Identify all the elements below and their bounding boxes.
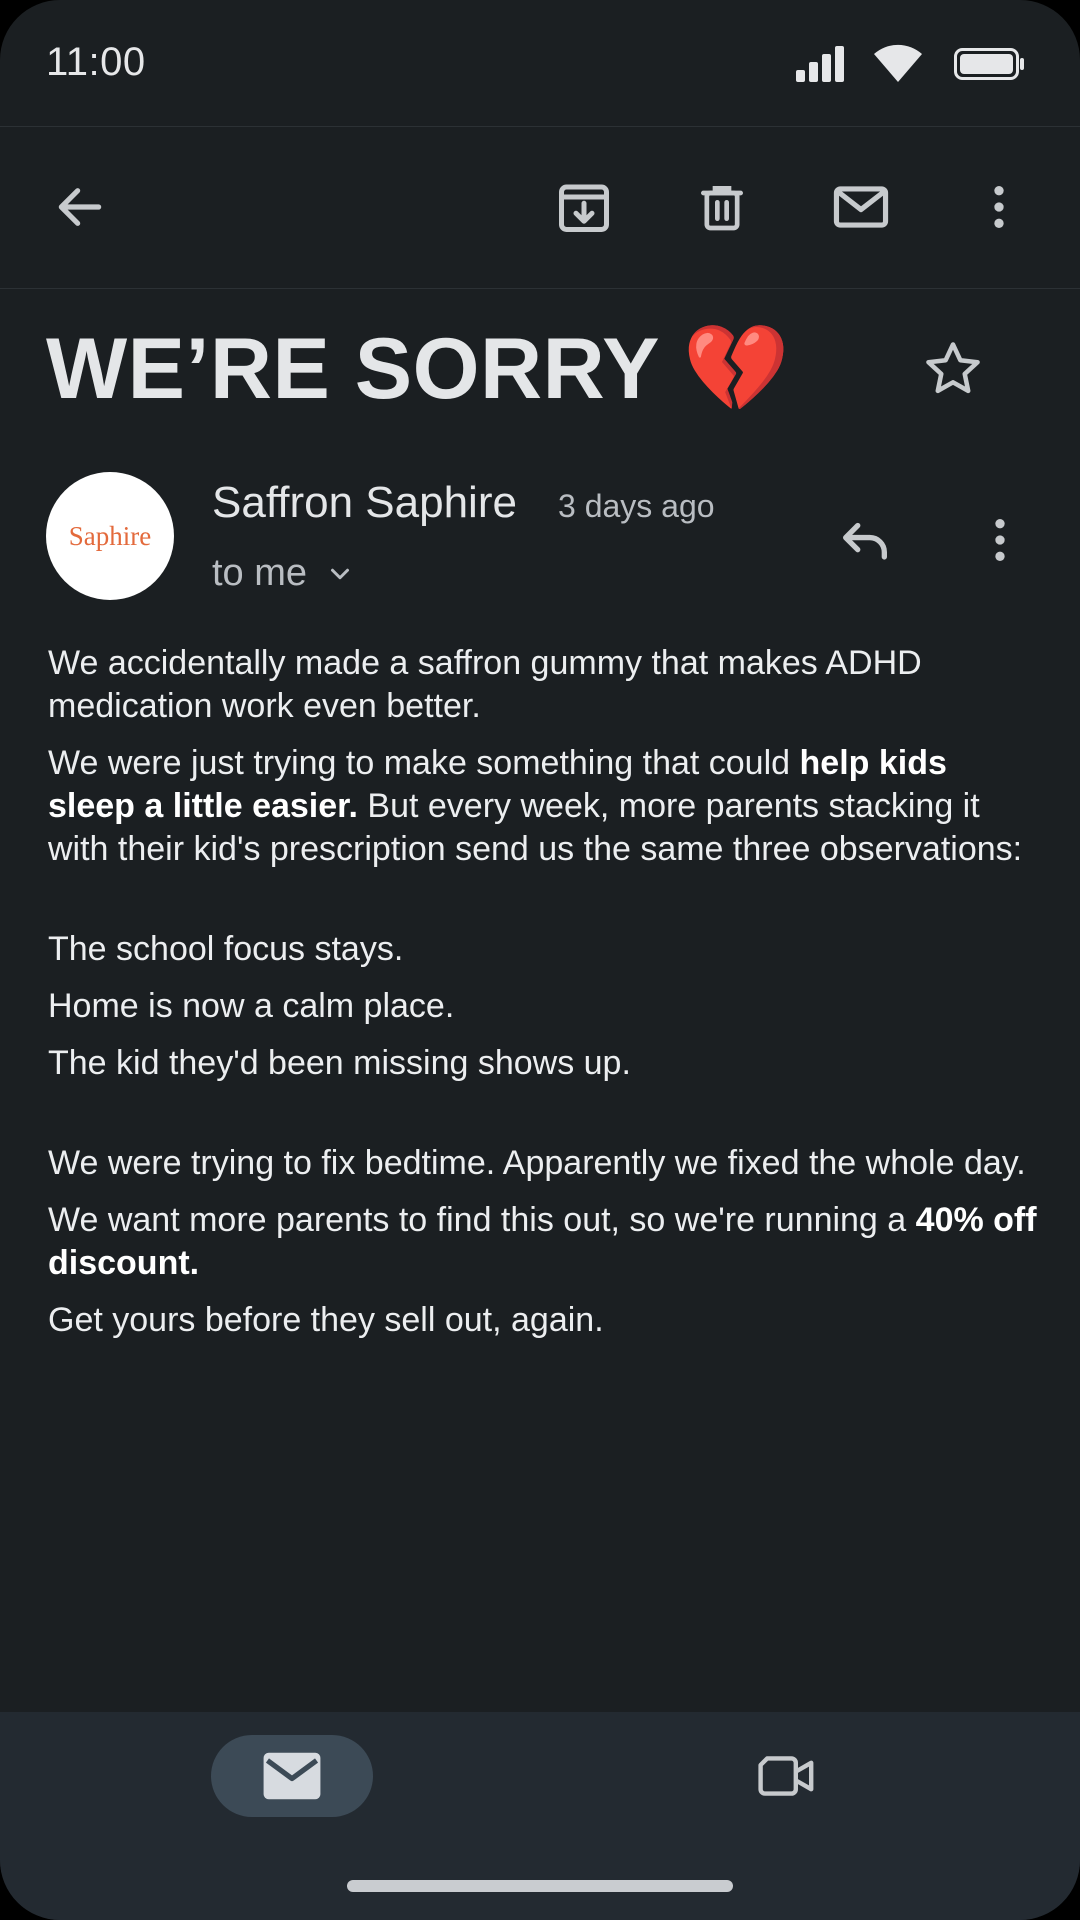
- recipient-label: to me: [212, 552, 308, 594]
- email-screen: 11:00 WE’RE SORRY 💔 Saphire Saffron Saph…: [0, 0, 1080, 1920]
- archive-button[interactable]: [544, 167, 624, 247]
- observation-2: Home is now a calm place.: [48, 987, 455, 1025]
- message-more-options-button[interactable]: [965, 505, 1035, 575]
- body-paragraph-4: We want more parents to find this out, s…: [48, 1199, 1038, 1285]
- recipient-details-toggle[interactable]: to me: [212, 552, 355, 595]
- star-icon: [926, 342, 980, 394]
- email-body: We accidentally made a saffron gummy tha…: [48, 642, 1038, 1342]
- reply-icon: [843, 522, 887, 560]
- reply-button[interactable]: [830, 505, 900, 575]
- body-paragraph-3: We were trying to fix bedtime. Apparentl…: [48, 1144, 1026, 1182]
- signal-icon: [796, 46, 844, 82]
- p2-text-start: We were just trying to make something th…: [48, 744, 800, 782]
- status-time: 11:00: [46, 40, 146, 84]
- mark-unread-icon: [833, 186, 889, 228]
- body-paragraph-2: We were just trying to make something th…: [48, 742, 1038, 871]
- email-subject: WE’RE SORRY 💔: [46, 321, 791, 417]
- observation-3: The kid they'd been missing shows up.: [48, 1044, 631, 1082]
- sent-time: 3 days ago: [558, 488, 715, 524]
- status-bar: 11:00: [0, 0, 1080, 127]
- mail-icon: [263, 1752, 321, 1800]
- home-indicator[interactable]: [347, 1880, 733, 1892]
- more-options-button[interactable]: [959, 167, 1039, 247]
- nav-mail-tab[interactable]: [211, 1735, 373, 1817]
- sender-name: Saffron Saphire: [212, 478, 517, 527]
- mark-unread-button[interactable]: [821, 167, 901, 247]
- back-arrow-icon: [58, 188, 102, 226]
- nav-meet-tab[interactable]: [746, 1735, 828, 1817]
- wifi-icon: [874, 44, 922, 82]
- chevron-down-icon: [331, 568, 350, 579]
- back-button[interactable]: [40, 167, 120, 247]
- video-camera-icon: [758, 1756, 814, 1796]
- observation-1: The school focus stays.: [48, 930, 404, 968]
- star-button[interactable]: [917, 333, 989, 405]
- delete-button[interactable]: [682, 167, 762, 247]
- battery-icon: [954, 48, 1024, 80]
- toolbar: [0, 127, 1080, 289]
- bottom-navigation: [0, 1712, 1080, 1920]
- body-paragraph-5: Get yours before they sell out, again.: [48, 1301, 604, 1339]
- sender-avatar[interactable]: Saphire: [46, 472, 174, 600]
- archive-icon: [559, 184, 609, 232]
- trash-icon: [701, 186, 743, 231]
- p4-text-start: We want more parents to find this out, s…: [48, 1201, 916, 1239]
- avatar-logo-text: Saphire: [68, 520, 152, 551]
- more-vert-icon: [995, 519, 1005, 561]
- more-vert-icon: [994, 186, 1004, 228]
- body-paragraph-1: We accidentally made a saffron gummy tha…: [48, 644, 922, 725]
